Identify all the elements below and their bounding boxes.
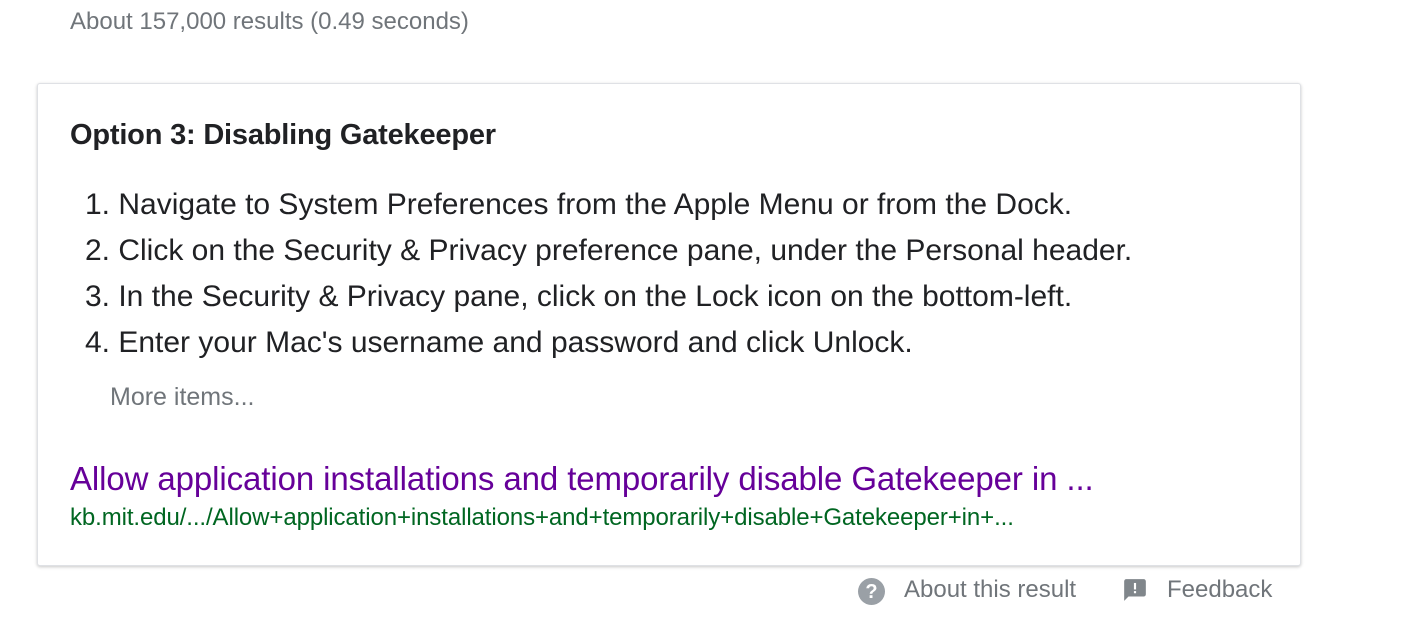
step-number: 4. — [84, 326, 110, 359]
help-circle-icon: ? — [858, 578, 885, 605]
step-text: Click on the Security & Privacy preferen… — [118, 234, 1133, 267]
step-text: In the Security & Privacy pane, click on… — [118, 280, 1073, 313]
list-item: 2. Click on the Security & Privacy prefe… — [70, 228, 1132, 274]
list-item: 3. In the Security & Privacy pane, click… — [70, 274, 1132, 320]
feedback-button[interactable]: Feedback — [1122, 574, 1272, 606]
list-item: 1. Navigate to System Preferences from t… — [70, 182, 1132, 228]
step-number: 3. — [84, 280, 110, 313]
snippet-title: Option 3: Disabling Gatekeeper — [70, 119, 496, 151]
step-text: Enter your Mac's username and password a… — [118, 326, 913, 359]
step-text: Navigate to System Preferences from the … — [118, 188, 1073, 221]
step-number: 1. — [84, 188, 110, 221]
about-this-result-label: About this result — [904, 576, 1077, 603]
more-items-link[interactable]: More items... — [110, 381, 254, 413]
step-number: 2. — [84, 234, 110, 267]
feedback-icon — [1122, 577, 1148, 603]
snippet-steps-list: 1. Navigate to System Preferences from t… — [70, 182, 1132, 366]
feedback-label: Feedback — [1167, 576, 1273, 603]
source-title-link[interactable]: Allow application installations and temp… — [70, 459, 1094, 499]
source-url: kb.mit.edu/.../Allow+application+install… — [70, 504, 1014, 531]
list-item: 4. Enter your Mac's username and passwor… — [70, 320, 1132, 366]
featured-snippet-card: Option 3: Disabling Gatekeeper 1. Naviga… — [37, 83, 1301, 566]
search-results-page: About 157,000 results (0.49 seconds) Opt… — [0, 0, 1408, 640]
about-this-result-button[interactable]: ? About this result — [858, 574, 1076, 606]
result-stats: About 157,000 results (0.49 seconds) — [70, 8, 469, 35]
